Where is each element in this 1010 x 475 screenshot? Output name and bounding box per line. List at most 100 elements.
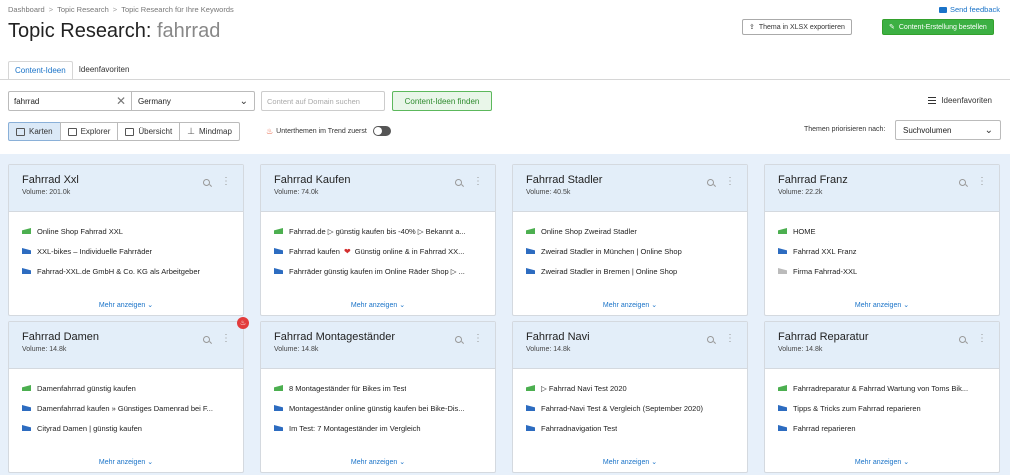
show-more-link[interactable]: Mehr anzeigen ⌄ (513, 301, 747, 309)
headline-green-icon (274, 228, 283, 234)
breadcrumb-dashboard[interactable]: Dashboard (8, 5, 45, 14)
headline-text: ▷ Fahrrad Navi Test 2020 (541, 383, 627, 393)
headline-text: Tipps & Tricks zum Fahrrad reparieren (793, 403, 921, 413)
headline-list: Online Shop Zweirad Stadler Zweirad Stadl… (513, 212, 747, 281)
more-vertical-icon[interactable]: ⋮ (977, 334, 987, 344)
headline-item[interactable]: Fahrräder günstig kaufen im Online Räder… (274, 261, 482, 281)
search-icon[interactable] (203, 335, 210, 343)
view-cards-button[interactable]: Karten (8, 122, 61, 141)
headline-item[interactable]: Fahrrad.de ▷ günstig kaufen bis -40% ▷ B… (274, 221, 482, 241)
export-xlsx-button[interactable]: ⇪ Thema in XLSX exportieren (742, 19, 852, 35)
headline-item[interactable]: Online Shop Zweirad Stadler (526, 221, 734, 241)
card-header: Fahrrad Stadler Volume: 40.5k ⋮ (513, 165, 747, 212)
headline-item[interactable]: HOME (778, 221, 986, 241)
view-explorer-button[interactable]: Explorer (59, 122, 119, 141)
tab-idea-favorites[interactable]: Ideenfavoriten (73, 61, 136, 80)
more-vertical-icon[interactable]: ⋮ (473, 177, 483, 187)
show-more-link[interactable]: Mehr anzeigen ⌄ (765, 458, 999, 466)
headline-item[interactable]: Zweirad Stadler in München | Online Shop (526, 241, 734, 261)
topic-card[interactable]: Fahrrad Reparatur Volume: 14.8k ⋮ Fahrradre… (764, 321, 1000, 473)
topic-card[interactable]: Fahrrad Kaufen Volume: 74.0k ⋮ Fahrrad.de ▷… (260, 164, 496, 316)
search-icon[interactable] (707, 178, 714, 186)
headline-item[interactable]: Firma Fahrrad-XXL (778, 261, 986, 281)
topic-card[interactable]: Fahrrad Stadler Volume: 40.5k ⋮ Online Shop… (512, 164, 748, 316)
headline-item[interactable]: Tipps & Tricks zum Fahrrad reparieren (778, 398, 986, 418)
headline-text: Damenfahrrad günstig kaufen (37, 383, 136, 393)
headline-item[interactable]: Montageständer online günstig kaufen bei… (274, 398, 482, 418)
card-volume: Volume: 14.8k (778, 346, 823, 353)
more-vertical-icon[interactable]: ⋮ (725, 177, 735, 187)
card-title: Fahrrad Kaufen (274, 174, 351, 186)
headline-item[interactable]: Zweirad Stadler in Bremen | Online Shop (526, 261, 734, 281)
headline-item[interactable]: XXL-bikes – Individuelle Fahrräder (22, 241, 230, 261)
more-vertical-icon[interactable]: ⋮ (977, 177, 987, 187)
topic-card[interactable]: Fahrrad Xxl Volume: 201.0k ⋮ Online Shop Fa… (8, 164, 244, 316)
show-more-label: Mehr anzeigen (854, 302, 902, 309)
chevron-down-icon: ⌄ (903, 302, 910, 309)
order-content-button[interactable]: ✎ Content-Erstellung bestellen (882, 19, 994, 35)
show-more-link[interactable]: Mehr anzeigen ⌄ (261, 458, 495, 466)
search-icon[interactable] (455, 335, 462, 343)
chevron-down-icon: ⌄ (984, 124, 993, 136)
database-select[interactable]: Germany ⌄ (131, 91, 255, 111)
flame-icon: ♨ (266, 126, 274, 136)
prioritize-select[interactable]: Suchvolumen ⌄ (895, 120, 1001, 140)
headline-item[interactable]: Fahrrad reparieren (778, 418, 986, 438)
clear-icon[interactable]: ✕ (116, 95, 126, 107)
topic-card[interactable]: Fahrrad Montageständer Volume: 14.8k ⋮ 8 Mo… (260, 321, 496, 473)
show-more-link[interactable]: Mehr anzeigen ⌄ (9, 458, 243, 466)
idea-favorites-link[interactable]: Ideenfavoriten (928, 96, 992, 105)
show-more-link[interactable]: Mehr anzeigen ⌄ (9, 301, 243, 309)
view-mindmap-button[interactable]: ⊥ Mindmap (179, 122, 240, 141)
show-more-link[interactable]: Mehr anzeigen ⌄ (261, 301, 495, 309)
more-vertical-icon[interactable]: ⋮ (221, 177, 231, 187)
breadcrumb-topic-research[interactable]: Topic Research (57, 5, 109, 14)
headline-item[interactable]: Fahrrad XXL Franz (778, 241, 986, 261)
search-icon[interactable] (203, 178, 210, 186)
headline-item[interactable]: Fahrrad-Navi Test & Vergleich (September… (526, 398, 734, 418)
tab-content-ideas[interactable]: Content-Ideen (8, 61, 73, 80)
more-vertical-icon[interactable]: ⋮ (725, 334, 735, 344)
card-volume: Volume: 22.2k (778, 189, 823, 196)
topic-card[interactable]: Fahrrad Franz Volume: 22.2k ⋮ HOME Fahrrad X… (764, 164, 1000, 316)
more-vertical-icon[interactable]: ⋮ (221, 334, 231, 344)
find-ideas-button[interactable]: Content-Ideen finden (392, 91, 492, 111)
search-icon[interactable] (455, 178, 462, 186)
headline-item[interactable]: Fahrradnavigation Test (526, 418, 734, 438)
headline-item[interactable]: Fahrradreparatur & Fahrrad Wartung von T… (778, 378, 986, 398)
headline-text: XXL-bikes – Individuelle Fahrräder (37, 246, 153, 256)
headline-blue-icon (274, 268, 283, 274)
send-feedback-label: Send feedback (949, 5, 1000, 14)
keyword-input[interactable]: fahrrad ✕ (8, 91, 132, 111)
search-icon[interactable] (959, 178, 966, 186)
domain-search-input[interactable]: Content auf Domain suchen (261, 91, 385, 111)
show-more-link[interactable]: Mehr anzeigen ⌄ (765, 301, 999, 309)
headline-item[interactable]: Online Shop Fahrrad XXL (22, 221, 230, 241)
headline-item[interactable]: Cityrad Damen | günstig kaufen (22, 418, 230, 438)
headline-item[interactable]: 8 Montageständer für Bikes im Test (274, 378, 482, 398)
headline-item[interactable]: Fahrrad kaufen ❤ Günstig online & in Fah… (274, 241, 482, 261)
search-icon[interactable] (707, 335, 714, 343)
send-feedback-link[interactable]: Send feedback (938, 5, 1000, 14)
search-icon[interactable] (959, 335, 966, 343)
headline-item[interactable]: Damenfahrrad kaufen » Günstiges Damenrad… (22, 398, 230, 418)
show-more-link[interactable]: Mehr anzeigen ⌄ (513, 458, 747, 466)
view-overview-label: Übersicht (138, 127, 173, 136)
topic-card[interactable]: Fahrrad Navi Volume: 14.8k ⋮ ▷ Fahrrad Navi… (512, 321, 748, 473)
show-more-label: Mehr anzeigen (350, 302, 398, 309)
more-vertical-icon[interactable]: ⋮ (473, 334, 483, 344)
view-overview-button[interactable]: Übersicht (117, 122, 181, 141)
breadcrumb-separator: > (112, 5, 118, 14)
card-volume: Volume: 14.8k (22, 346, 67, 353)
headline-text: Im Test: 7 Montageständer im Vergleich (289, 423, 421, 433)
headline-text: Fahrrad-Navi Test & Vergleich (September… (541, 403, 704, 413)
headline-text: Zweirad Stadler in Bremen | Online Shop (541, 266, 678, 276)
headline-item[interactable]: Damenfahrrad günstig kaufen (22, 378, 230, 398)
trending-toggle[interactable] (372, 126, 391, 136)
card-volume: Volume: 201.0k (22, 189, 71, 196)
headline-item[interactable]: ▷ Fahrrad Navi Test 2020 (526, 378, 734, 398)
topic-card[interactable]: ♨ Fahrrad Damen Volume: 14.8k ⋮ Damenfahrrad… (8, 317, 249, 473)
chevron-down-icon: ⌄ (147, 459, 154, 466)
headline-item[interactable]: Im Test: 7 Montageständer im Vergleich (274, 418, 482, 438)
headline-item[interactable]: Fahrrad-XXL.de GmbH & Co. KG als Arbeitg… (22, 261, 230, 281)
